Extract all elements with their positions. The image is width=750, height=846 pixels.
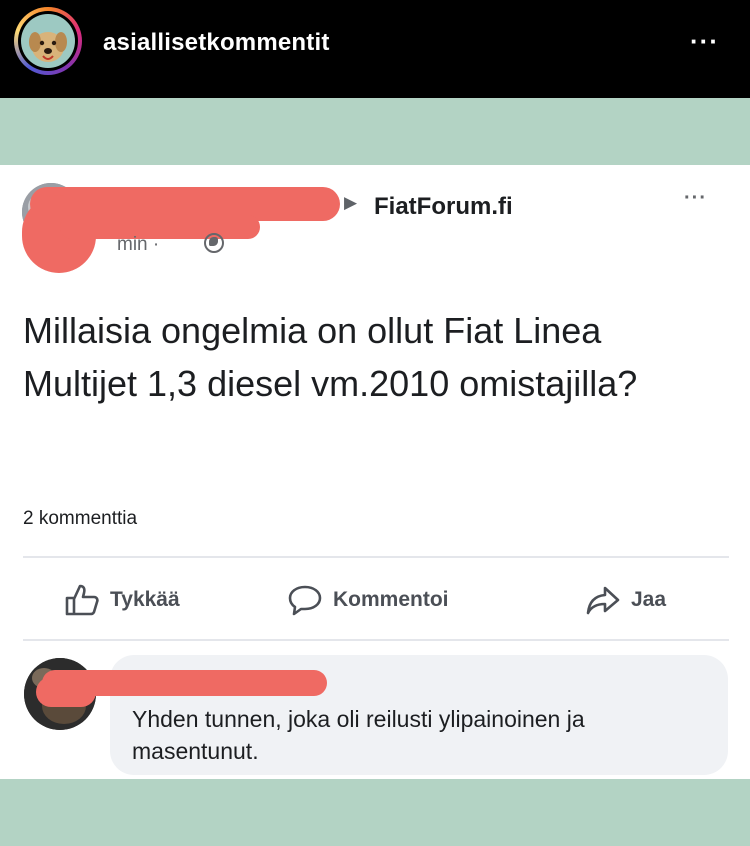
post-text: Millaisia ongelmia on ollut Fiat Linea M…: [23, 310, 638, 404]
share-label: Jaa: [631, 588, 667, 611]
post-card: ▶ FiatForum.fi ··· min · Millaisia ongel…: [0, 165, 750, 779]
profile-username[interactable]: asiallisetkommentit: [103, 29, 330, 57]
comment-icon: [288, 585, 322, 616]
divider: [23, 556, 729, 558]
share-icon: [586, 586, 620, 615]
like-icon: [65, 584, 99, 616]
like-button[interactable]: Tykkää: [64, 580, 180, 620]
dog-avatar-icon: [21, 14, 75, 68]
share-button[interactable]: Jaa: [585, 580, 666, 620]
redaction-mark: [36, 677, 96, 707]
comment-label: Kommentoi: [333, 588, 449, 611]
profile-avatar[interactable]: [14, 7, 82, 75]
divider: [23, 639, 729, 641]
instagram-header: asiallisetkommentit ···: [0, 0, 750, 98]
comment-button[interactable]: Kommentoi: [287, 580, 449, 620]
redaction-mark: [60, 215, 260, 239]
like-label: Tykkää: [110, 588, 180, 611]
group-name[interactable]: FiatForum.fi: [374, 193, 513, 221]
more-horizontal-icon[interactable]: ···: [690, 26, 719, 57]
post-timestamp[interactable]: min ·: [117, 234, 159, 256]
arrow-right-icon: ▶: [344, 193, 358, 212]
globe-icon: [204, 233, 224, 253]
more-horizontal-icon[interactable]: ···: [684, 187, 707, 210]
comment-count[interactable]: 2 kommenttia: [23, 508, 137, 530]
comment-text: Yhden tunnen, joka oli reilusti ylipaino…: [132, 706, 585, 764]
